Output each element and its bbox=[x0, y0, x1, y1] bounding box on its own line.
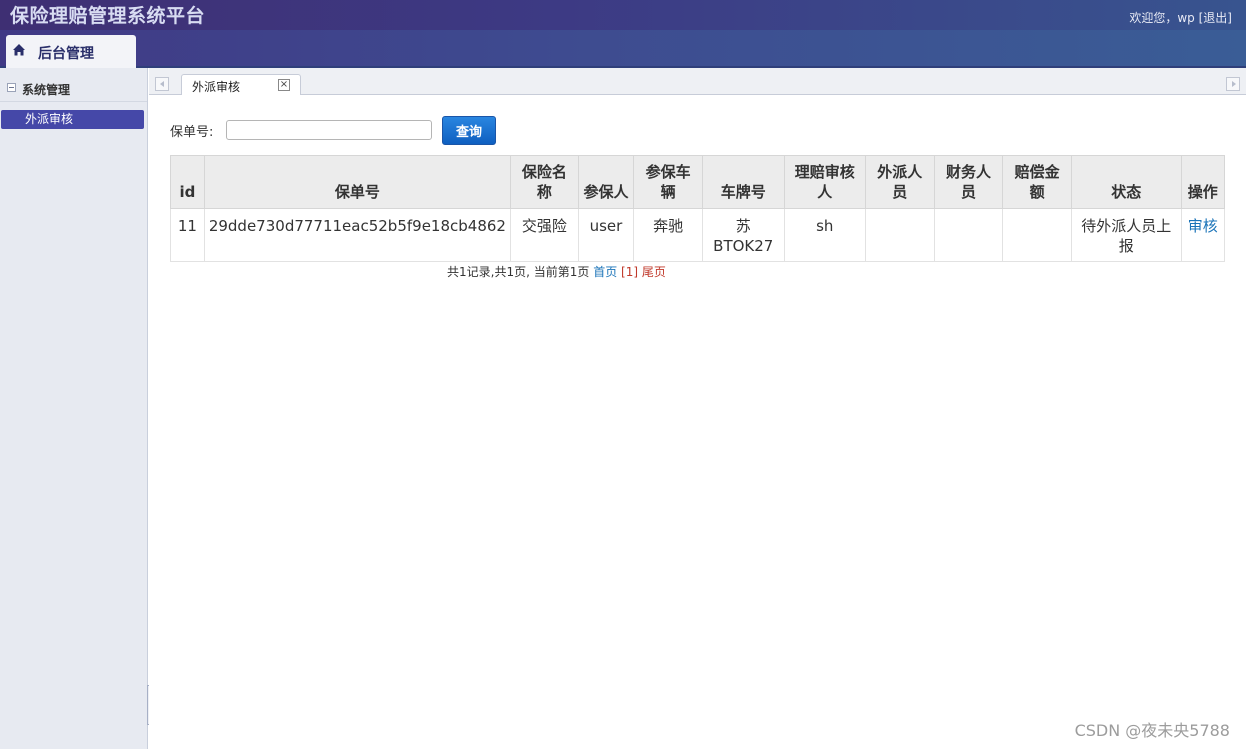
home-icon bbox=[13, 44, 25, 56]
cell-insurance-name: 交强险 bbox=[509, 208, 579, 262]
pagination-first-link[interactable]: 首页 bbox=[593, 265, 617, 279]
sidebar: 系统管理 外派审核 bbox=[0, 68, 148, 749]
column-header: 参保人 bbox=[577, 155, 635, 209]
column-header: 赔偿金额 bbox=[1002, 155, 1073, 209]
pagination-current-page[interactable]: [1] bbox=[621, 265, 638, 279]
nav-tab-label: 后台管理 bbox=[38, 46, 94, 62]
policy-number-input[interactable] bbox=[226, 120, 432, 140]
tab-scroll-right-icon[interactable] bbox=[1226, 77, 1240, 91]
cell-field-staff bbox=[864, 208, 935, 262]
tab-dispatch-review[interactable]: 外派审核 × bbox=[181, 74, 301, 96]
tab-scroll-left-icon[interactable] bbox=[155, 77, 169, 91]
data-table: id 保单号 保险名称 参保人 参保车辆 车牌号 理赔审核人 外派人员 财务人员… bbox=[170, 155, 1225, 262]
pagination-summary: 共1记录,共1页, 当前第1页 bbox=[447, 265, 590, 279]
welcome-area: 欢迎您，wp [退出] bbox=[1129, 9, 1232, 26]
column-header: 车牌号 bbox=[701, 155, 785, 209]
cell-amount bbox=[1002, 208, 1073, 262]
cell-reviewer: sh bbox=[783, 208, 866, 262]
table-row: 11 29dde730d77711eac52b5f9e18cb4862 交强险 … bbox=[170, 208, 1225, 262]
column-header: 操作 bbox=[1180, 155, 1225, 209]
cell-plate: 苏BTOK27 bbox=[701, 208, 785, 262]
pagination: 共1记录,共1页, 当前第1页 首页 [1] 尾页 bbox=[447, 263, 666, 280]
column-header: id bbox=[170, 155, 205, 209]
column-header: 状态 bbox=[1071, 155, 1182, 209]
sidebar-group-system[interactable]: 系统管理 bbox=[0, 78, 147, 102]
app-title: 保险理赔管理系统平台 bbox=[10, 5, 206, 27]
watermark: CSDN @夜未央5788 bbox=[1074, 721, 1230, 740]
cell-vehicle: 奔驰 bbox=[633, 208, 703, 262]
cell-status: 待外派人员上报 bbox=[1071, 208, 1182, 262]
top-nav: 后台管理 bbox=[0, 30, 1246, 68]
column-header: 外派人员 bbox=[864, 155, 935, 209]
column-header: 理赔审核人 bbox=[783, 155, 866, 209]
cell-finance-staff bbox=[933, 208, 1004, 262]
cell-policy-no: 29dde730d77711eac52b5f9e18cb4862 bbox=[203, 208, 511, 262]
search-button[interactable]: 查询 bbox=[442, 116, 496, 145]
pagination-last-link[interactable]: 尾页 bbox=[642, 265, 666, 279]
close-icon[interactable]: × bbox=[278, 79, 290, 91]
column-header: 保险名称 bbox=[509, 155, 579, 209]
cell-action: 审核 bbox=[1180, 208, 1225, 262]
sidebar-item-dispatch-review[interactable]: 外派审核 bbox=[1, 110, 144, 129]
table-header-row: id 保单号 保险名称 参保人 参保车辆 车牌号 理赔审核人 外派人员 财务人员… bbox=[170, 155, 1225, 209]
cell-insured: user bbox=[577, 208, 635, 262]
tab-label: 外派审核 bbox=[192, 80, 241, 94]
column-header: 参保车辆 bbox=[633, 155, 703, 209]
logout-link[interactable]: [退出] bbox=[1199, 11, 1232, 25]
tab-strip: 外派审核 × bbox=[149, 68, 1246, 96]
column-header: 保单号 bbox=[203, 155, 511, 209]
audit-link[interactable]: 审核 bbox=[1188, 217, 1218, 235]
search-label: 保单号: bbox=[170, 125, 214, 140]
sidebar-group-label: 系统管理 bbox=[22, 83, 71, 97]
welcome-text: 欢迎您，wp bbox=[1129, 11, 1195, 25]
nav-tab-admin[interactable]: 后台管理 bbox=[6, 35, 136, 68]
main-content: 保单号: 查询 id 保单号 保险名称 参保人 参保车辆 车牌号 理赔审核人 外… bbox=[149, 95, 1246, 749]
cell-id: 11 bbox=[170, 208, 205, 262]
app-header: 保险理赔管理系统平台 欢迎您，wp [退出] bbox=[0, 0, 1246, 30]
column-header: 财务人员 bbox=[933, 155, 1004, 209]
collapse-icon[interactable] bbox=[7, 83, 16, 92]
